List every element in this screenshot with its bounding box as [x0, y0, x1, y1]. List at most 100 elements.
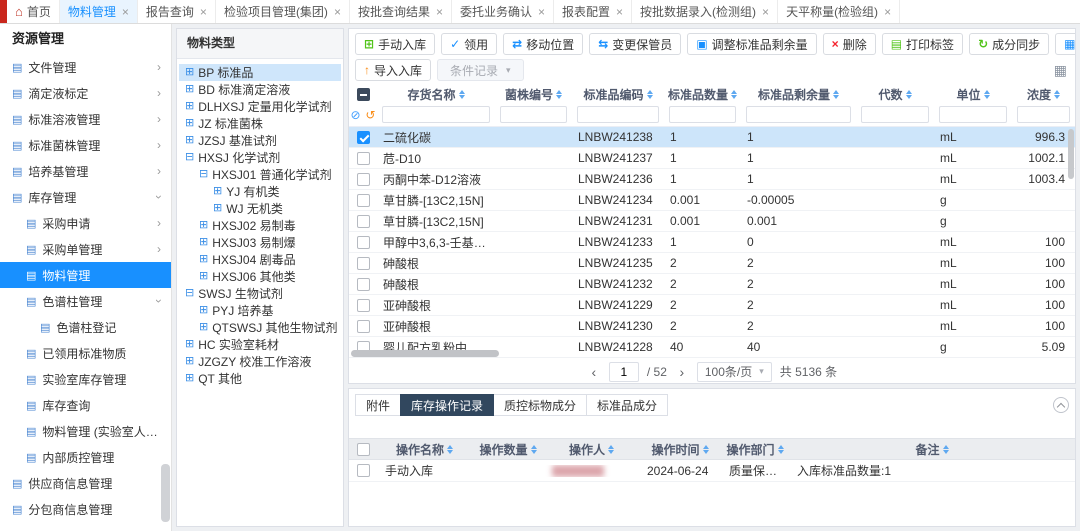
table-row[interactable]: 苊-D10LNBW24123711mL1002.1	[349, 148, 1075, 169]
detail-tab-质控标物成分[interactable]: 质控标物成分	[493, 394, 587, 416]
column-header-标准品编码[interactable]: 标准品编码	[572, 85, 664, 103]
sidebar-item-库存查询[interactable]: ▤库存查询	[0, 392, 171, 418]
sort-icons[interactable]	[647, 90, 653, 99]
tree-expand-icon[interactable]: ⊞	[185, 135, 194, 146]
tree-node-SWSJ 生物试剂[interactable]: ⊟SWSJ 生物试剂	[179, 285, 341, 302]
tree-expand-icon[interactable]: ⊞	[185, 118, 194, 129]
tree-node-HXSJ06 其他类[interactable]: ⊞HXSJ06 其他类	[179, 268, 341, 285]
tree-expand-icon[interactable]: ⊞	[185, 67, 194, 78]
column-header-代数[interactable]: 代数	[856, 85, 934, 103]
sort-icons[interactable]	[531, 445, 537, 454]
prev-page-button[interactable]: ‹	[587, 365, 601, 379]
row-checkbox[interactable]	[357, 299, 370, 312]
close-icon[interactable]: ×	[884, 6, 891, 18]
table-row[interactable]: 草甘膦-[13C2,15N]LNBW2412340.001-0.00005g	[349, 190, 1075, 211]
tree-collapse-icon[interactable]: ⊟	[185, 152, 194, 163]
row-checkbox[interactable]	[357, 173, 370, 186]
column-header-存货名称[interactable]: 存货名称	[377, 85, 495, 103]
close-icon[interactable]: ×	[334, 6, 341, 18]
row-checkbox[interactable]	[357, 278, 370, 291]
toolbar-button-删除[interactable]: ×删除	[823, 33, 876, 55]
tree-collapse-icon[interactable]: ⊟	[199, 169, 208, 180]
tree-node-PYJ 培养基[interactable]: ⊞PYJ 培养基	[179, 302, 341, 319]
sidebar-item-实验室库存管理[interactable]: ▤实验室库存管理	[0, 366, 171, 392]
row-checkbox[interactable]	[357, 236, 370, 249]
sidebar-item-滴定液标定[interactable]: ▤滴定液标定›	[0, 80, 171, 106]
log-column-header-操作时间[interactable]: 操作时间	[639, 439, 721, 459]
sidebar-item-采购单管理[interactable]: ▤采购单管理›	[0, 236, 171, 262]
column-settings-icon[interactable]: ▦	[1054, 63, 1067, 77]
table-row[interactable]: 亚砷酸根LNBW24123022mL100	[349, 316, 1075, 337]
column-header-标准品数量[interactable]: 标准品数量	[664, 85, 741, 103]
close-icon[interactable]: ×	[122, 6, 129, 18]
log-select-all-checkbox[interactable]	[357, 443, 370, 456]
tree-node-QT 其他[interactable]: ⊞QT 其他	[179, 370, 341, 387]
row-checkbox[interactable]	[357, 257, 370, 270]
tree-collapse-icon[interactable]: ⊟	[185, 288, 194, 299]
sort-icons[interactable]	[731, 90, 737, 99]
table-row[interactable]: 丙酮中苯-D12溶液LNBW24123611mL1003.4	[349, 169, 1075, 190]
table-row[interactable]: 草甘膦-[13C2,15N]LNBW2412310.0010.001g	[349, 211, 1075, 232]
tree-node-YJ 有机类[interactable]: ⊞YJ 有机类	[179, 183, 341, 200]
filter-input-代数[interactable]	[861, 106, 929, 123]
log-column-header-操作人[interactable]: 操作人	[544, 439, 639, 459]
log-column-header-备注[interactable]: 备注	[789, 439, 1075, 459]
log-column-header-操作名称[interactable]: 操作名称	[377, 439, 472, 459]
log-column-header-操作部门[interactable]: 操作部门	[721, 439, 789, 459]
sidebar-item-采购申请[interactable]: ▤采购申请›	[0, 210, 171, 236]
filter-input-菌株编号[interactable]	[500, 106, 567, 123]
table-row[interactable]: 甲醇中3,6,3-壬基酚-13C6LNBW24123310mL100	[349, 232, 1075, 253]
tree-node-HC 实验室耗材[interactable]: ⊞HC 实验室耗材	[179, 336, 341, 353]
table-row[interactable]: 二硫化碳LNBW24123811mL996.3	[349, 127, 1075, 148]
sort-icons[interactable]	[1054, 90, 1060, 99]
select-all-checkbox[interactable]	[357, 88, 370, 101]
tab-天平称量(检验组)[interactable]: 天平称量(检验组)×	[778, 0, 900, 23]
filter-input-标准品编码[interactable]	[577, 106, 659, 123]
row-checkbox[interactable]	[357, 152, 370, 165]
tab-物料管理[interactable]: 物料管理×	[60, 0, 138, 23]
toolbar-button-打印标签[interactable]: ▤打印标签	[882, 33, 963, 55]
next-page-button[interactable]: ›	[675, 365, 689, 379]
sidebar-item-培养基管理[interactable]: ▤培养基管理›	[0, 158, 171, 184]
page-input[interactable]	[609, 362, 639, 382]
sidebar-item-供应商信息管理[interactable]: ▤供应商信息管理	[0, 470, 171, 496]
filter-input-标准品数量[interactable]	[669, 106, 736, 123]
sort-icons[interactable]	[608, 445, 614, 454]
tree-expand-icon[interactable]: ⊞	[199, 220, 208, 231]
toolbar-button-导入入库[interactable]: ↑导入入库	[355, 59, 431, 81]
toolbar-button-调整标准品剩余量[interactable]: ▣调整标准品剩余量	[687, 33, 816, 55]
tree-node-BP 标准品[interactable]: ⊞BP 标准品	[179, 64, 341, 81]
sidebar-item-分包商信息管理[interactable]: ▤分包商信息管理	[0, 496, 171, 522]
row-checkbox[interactable]	[357, 131, 370, 144]
detail-tab-附件[interactable]: 附件	[355, 394, 401, 416]
tree-expand-icon[interactable]: ⊞	[185, 373, 194, 384]
tab-检验项目管理(集团)[interactable]: 检验项目管理(集团)×	[216, 0, 350, 23]
toolbar-button-领用[interactable]: ✓领用	[441, 33, 497, 55]
close-icon[interactable]: ×	[616, 6, 623, 18]
tab-报表配置[interactable]: 报表配置×	[554, 0, 632, 23]
tree-node-QTSWSJ 其他生物试剂[interactable]: ⊞QTSWSJ 其他生物试剂	[179, 319, 341, 336]
column-header-浓度[interactable]: 浓度	[1012, 85, 1075, 103]
sidebar-item-库存管理[interactable]: ▤库存管理›	[0, 184, 171, 210]
tree-node-DLHXSJ 定量用化学试剂[interactable]: ⊞DLHXSJ 定量用化学试剂	[179, 98, 341, 115]
tree-node-HXSJ01 普通化学试剂[interactable]: ⊟HXSJ01 普通化学试剂	[179, 166, 341, 183]
sidebar-item-物料管理 (实验室人员)[interactable]: ▤物料管理 (实验室人员)	[0, 418, 171, 444]
collapse-panel-icon[interactable]	[1053, 397, 1069, 413]
tree-node-JZ 标准菌株[interactable]: ⊞JZ 标准菌株	[179, 115, 341, 132]
tree-node-WJ 无机类[interactable]: ⊞WJ 无机类	[179, 200, 341, 217]
column-header-菌株编号[interactable]: 菌株编号	[495, 85, 572, 103]
sidebar-item-文件管理[interactable]: ▤文件管理›	[0, 54, 171, 80]
tree-node-HXSJ 化学试剂[interactable]: ⊟HXSJ 化学试剂	[179, 149, 341, 166]
sort-icons[interactable]	[833, 90, 839, 99]
sidebar-item-标准菌株管理[interactable]: ▤标准菌株管理›	[0, 132, 171, 158]
column-header-单位[interactable]: 单位	[934, 85, 1012, 103]
sort-icons[interactable]	[556, 90, 562, 99]
close-icon[interactable]: ×	[436, 6, 443, 18]
filter-input-存货名称[interactable]	[382, 106, 490, 123]
vertical-scrollbar-thumb[interactable]	[1068, 129, 1074, 179]
sort-icons[interactable]	[943, 445, 949, 454]
tree-expand-icon[interactable]: ⊞	[199, 254, 208, 265]
tree-node-BD 标准滴定溶液[interactable]: ⊞BD 标准滴定溶液	[179, 81, 341, 98]
tree-node-HXSJ03 易制爆[interactable]: ⊞HXSJ03 易制爆	[179, 234, 341, 251]
tree-expand-icon[interactable]: ⊞	[199, 271, 208, 282]
